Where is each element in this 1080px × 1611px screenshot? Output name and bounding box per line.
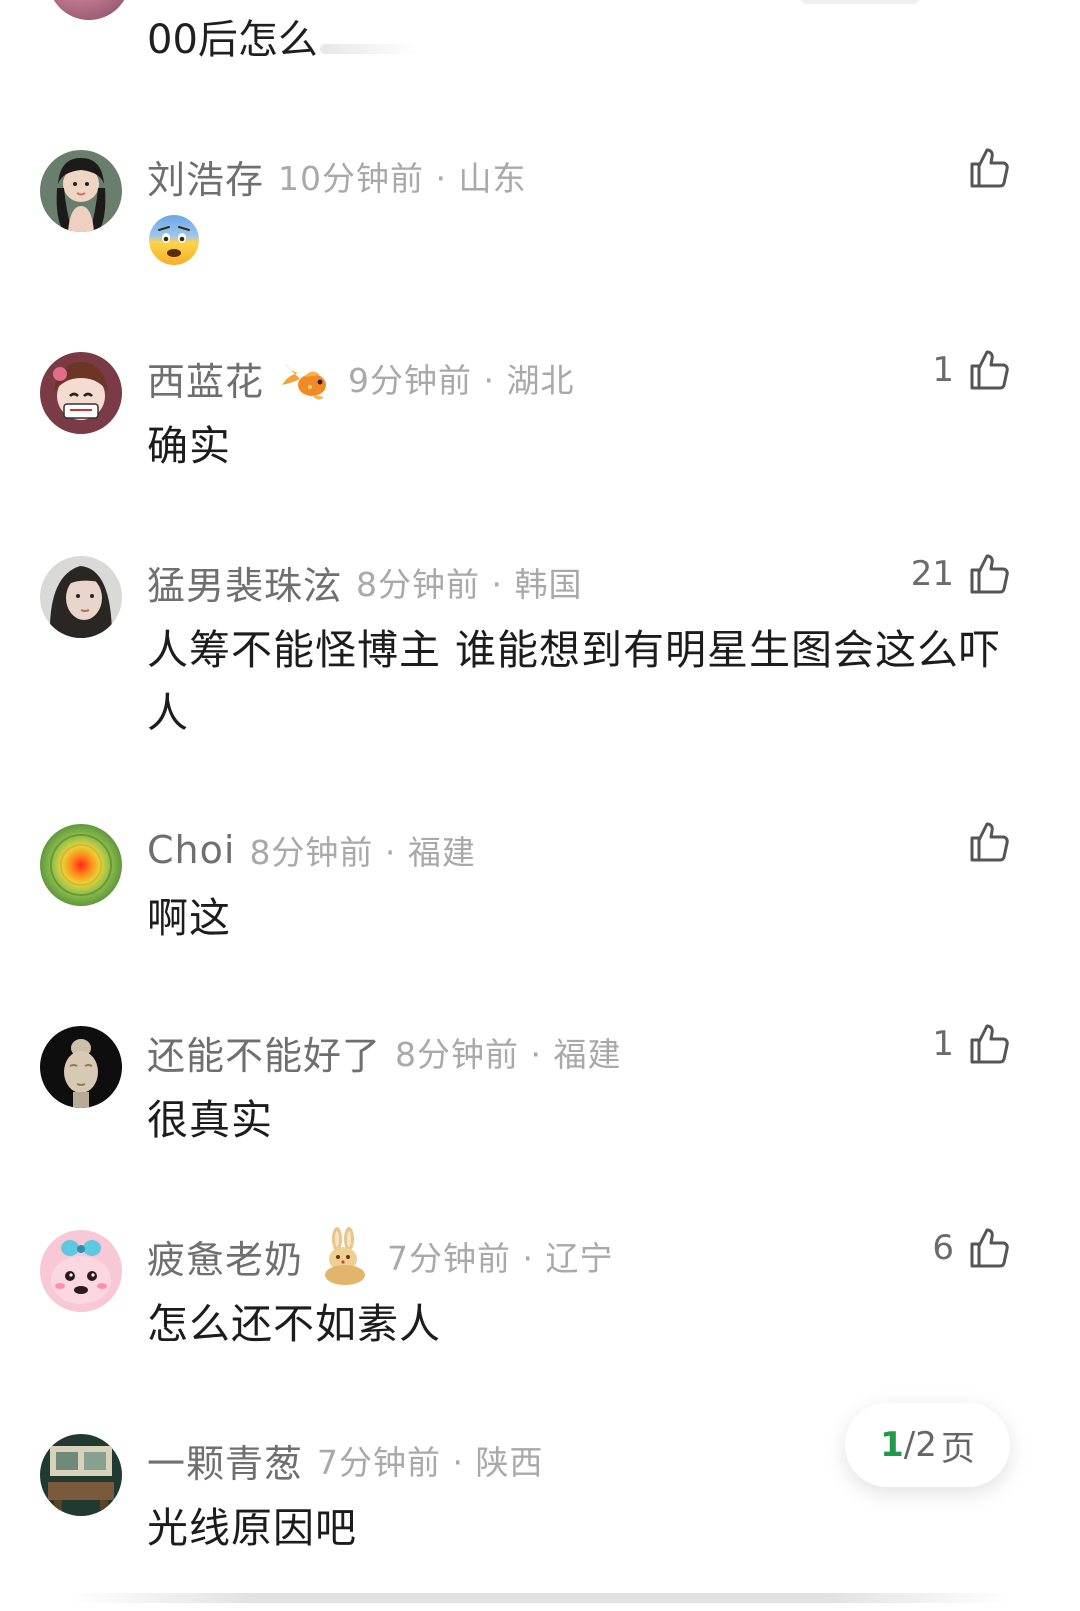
username[interactable]: 疲惫老奶 — [147, 1229, 303, 1284]
comment-body: 光线原因吧 — [147, 1504, 357, 1552]
time-location: 7分钟前 · 辽宁 — [387, 1239, 614, 1278]
page-suffix: 页 — [940, 1428, 975, 1469]
username[interactable]: 西蓝花 — [147, 351, 264, 406]
avatar-image — [40, 1434, 122, 1516]
comment-body: 怎么还不如素人 — [147, 1300, 441, 1348]
avatar[interactable] — [40, 1026, 122, 1108]
timestamp: 10分钟前 — [278, 159, 425, 198]
timestamp: 9分钟前 — [348, 361, 473, 400]
time-location: 7分钟前 · 陕西 — [317, 1443, 544, 1482]
avatar[interactable] — [40, 1434, 122, 1516]
comment-meta: 西蓝花 9分钟前 · 湖北 — [147, 352, 575, 404]
page-separator: / — [903, 1425, 916, 1465]
avatar-image — [40, 824, 122, 906]
page-indicator[interactable]: 1 / 2 页 — [845, 1403, 1010, 1487]
time-location: 8分钟前 · 福建 — [395, 1035, 622, 1074]
comment-meta: 猛男裴珠泫 8分钟前 · 韩国 — [147, 556, 583, 608]
thumbs-up-icon — [964, 144, 1012, 192]
like-button[interactable]: 1 — [932, 346, 1012, 394]
location: 福建 — [407, 833, 476, 872]
location: 福建 — [553, 1035, 622, 1074]
like-count: 21 — [910, 554, 954, 594]
avatar[interactable] — [40, 352, 122, 434]
divider — [800, 0, 920, 4]
location: 湖北 — [506, 361, 575, 400]
avatar-image — [40, 1230, 122, 1312]
bottom-scroll-indicator — [70, 1593, 1010, 1603]
location: 辽宁 — [545, 1239, 614, 1278]
like-count: 1 — [932, 350, 954, 390]
comment-body: 人筹不能怪博主 谁能想到有明星生图会这么吓人 — [147, 626, 1002, 737]
timestamp: 8分钟前 — [395, 1035, 520, 1074]
comments-page: 00后怎么 刘浩存 10分钟前 · 山东 西蓝花 9分钟前 · 湖北 确实 1 … — [0, 0, 1080, 1611]
timestamp: 8分钟前 — [249, 833, 374, 872]
like-count: 1 — [932, 1024, 954, 1064]
avatar-image — [40, 352, 122, 434]
like-button[interactable] — [954, 144, 1012, 192]
username[interactable]: Choi — [147, 828, 235, 872]
avatar-image — [40, 150, 122, 232]
like-button[interactable]: 1 — [932, 1020, 1012, 1068]
avatar[interactable] — [40, 824, 122, 906]
comment-body: 确实 — [147, 422, 231, 470]
comment-body: 00后怎么 — [147, 17, 318, 63]
like-button[interactable]: 21 — [911, 550, 1012, 598]
previous-comment-fragment: 00后怎么 — [0, 0, 1080, 90]
avatar-image — [40, 1026, 122, 1108]
comment-body: 很真实 — [147, 1096, 273, 1144]
comment-meta: 还能不能好了 8分钟前 · 福建 — [147, 1026, 622, 1078]
avatar[interactable] — [40, 1230, 122, 1312]
thumbs-up-icon — [964, 1020, 1012, 1068]
text-fade — [320, 44, 420, 54]
location: 陕西 — [475, 1443, 544, 1482]
username[interactable]: 猛男裴珠泫 — [147, 555, 342, 610]
like-button[interactable]: 6 — [932, 1224, 1012, 1272]
comment-body: 啊这 — [147, 894, 231, 942]
like-count: 6 — [932, 1228, 954, 1268]
timestamp: 7分钟前 — [387, 1239, 512, 1278]
location: 韩国 — [514, 565, 583, 604]
thumbs-up-icon — [964, 550, 1012, 598]
rabbit-icon — [315, 1227, 373, 1285]
time-location: 8分钟前 · 韩国 — [356, 565, 583, 604]
goldfish-icon — [276, 349, 334, 407]
avatar[interactable] — [40, 556, 122, 638]
avatar[interactable] — [48, 0, 130, 20]
username[interactable]: 刘浩存 — [147, 149, 264, 204]
comment-body — [147, 213, 1027, 285]
comment-meta: 刘浩存 10分钟前 · 山东 — [147, 150, 527, 202]
timestamp: 8分钟前 — [356, 565, 481, 604]
thumbs-up-icon — [964, 1224, 1012, 1272]
comment-meta: 一颗青葱 7分钟前 · 陕西 — [147, 1434, 544, 1486]
timestamp: 7分钟前 — [317, 1443, 442, 1482]
avatar-image — [40, 556, 122, 638]
time-location: 10分钟前 · 山东 — [278, 159, 527, 198]
avatar[interactable] — [40, 150, 122, 232]
username[interactable]: 还能不能好了 — [147, 1025, 381, 1080]
comment-meta: Choi 8分钟前 · 福建 — [147, 824, 476, 876]
time-location: 8分钟前 · 福建 — [249, 833, 476, 872]
current-page: 1 — [880, 1425, 904, 1465]
like-button[interactable] — [954, 818, 1012, 866]
time-location: 9分钟前 · 湖北 — [348, 361, 575, 400]
location: 山东 — [458, 159, 527, 198]
thumbs-up-icon — [964, 818, 1012, 866]
thumbs-up-icon — [964, 346, 1012, 394]
total-pages: 2 — [915, 1425, 937, 1465]
fearful-face-icon — [147, 213, 201, 267]
comment-meta: 疲惫老奶 7分钟前 · 辽宁 — [147, 1227, 614, 1285]
username[interactable]: 一颗青葱 — [147, 1433, 303, 1488]
